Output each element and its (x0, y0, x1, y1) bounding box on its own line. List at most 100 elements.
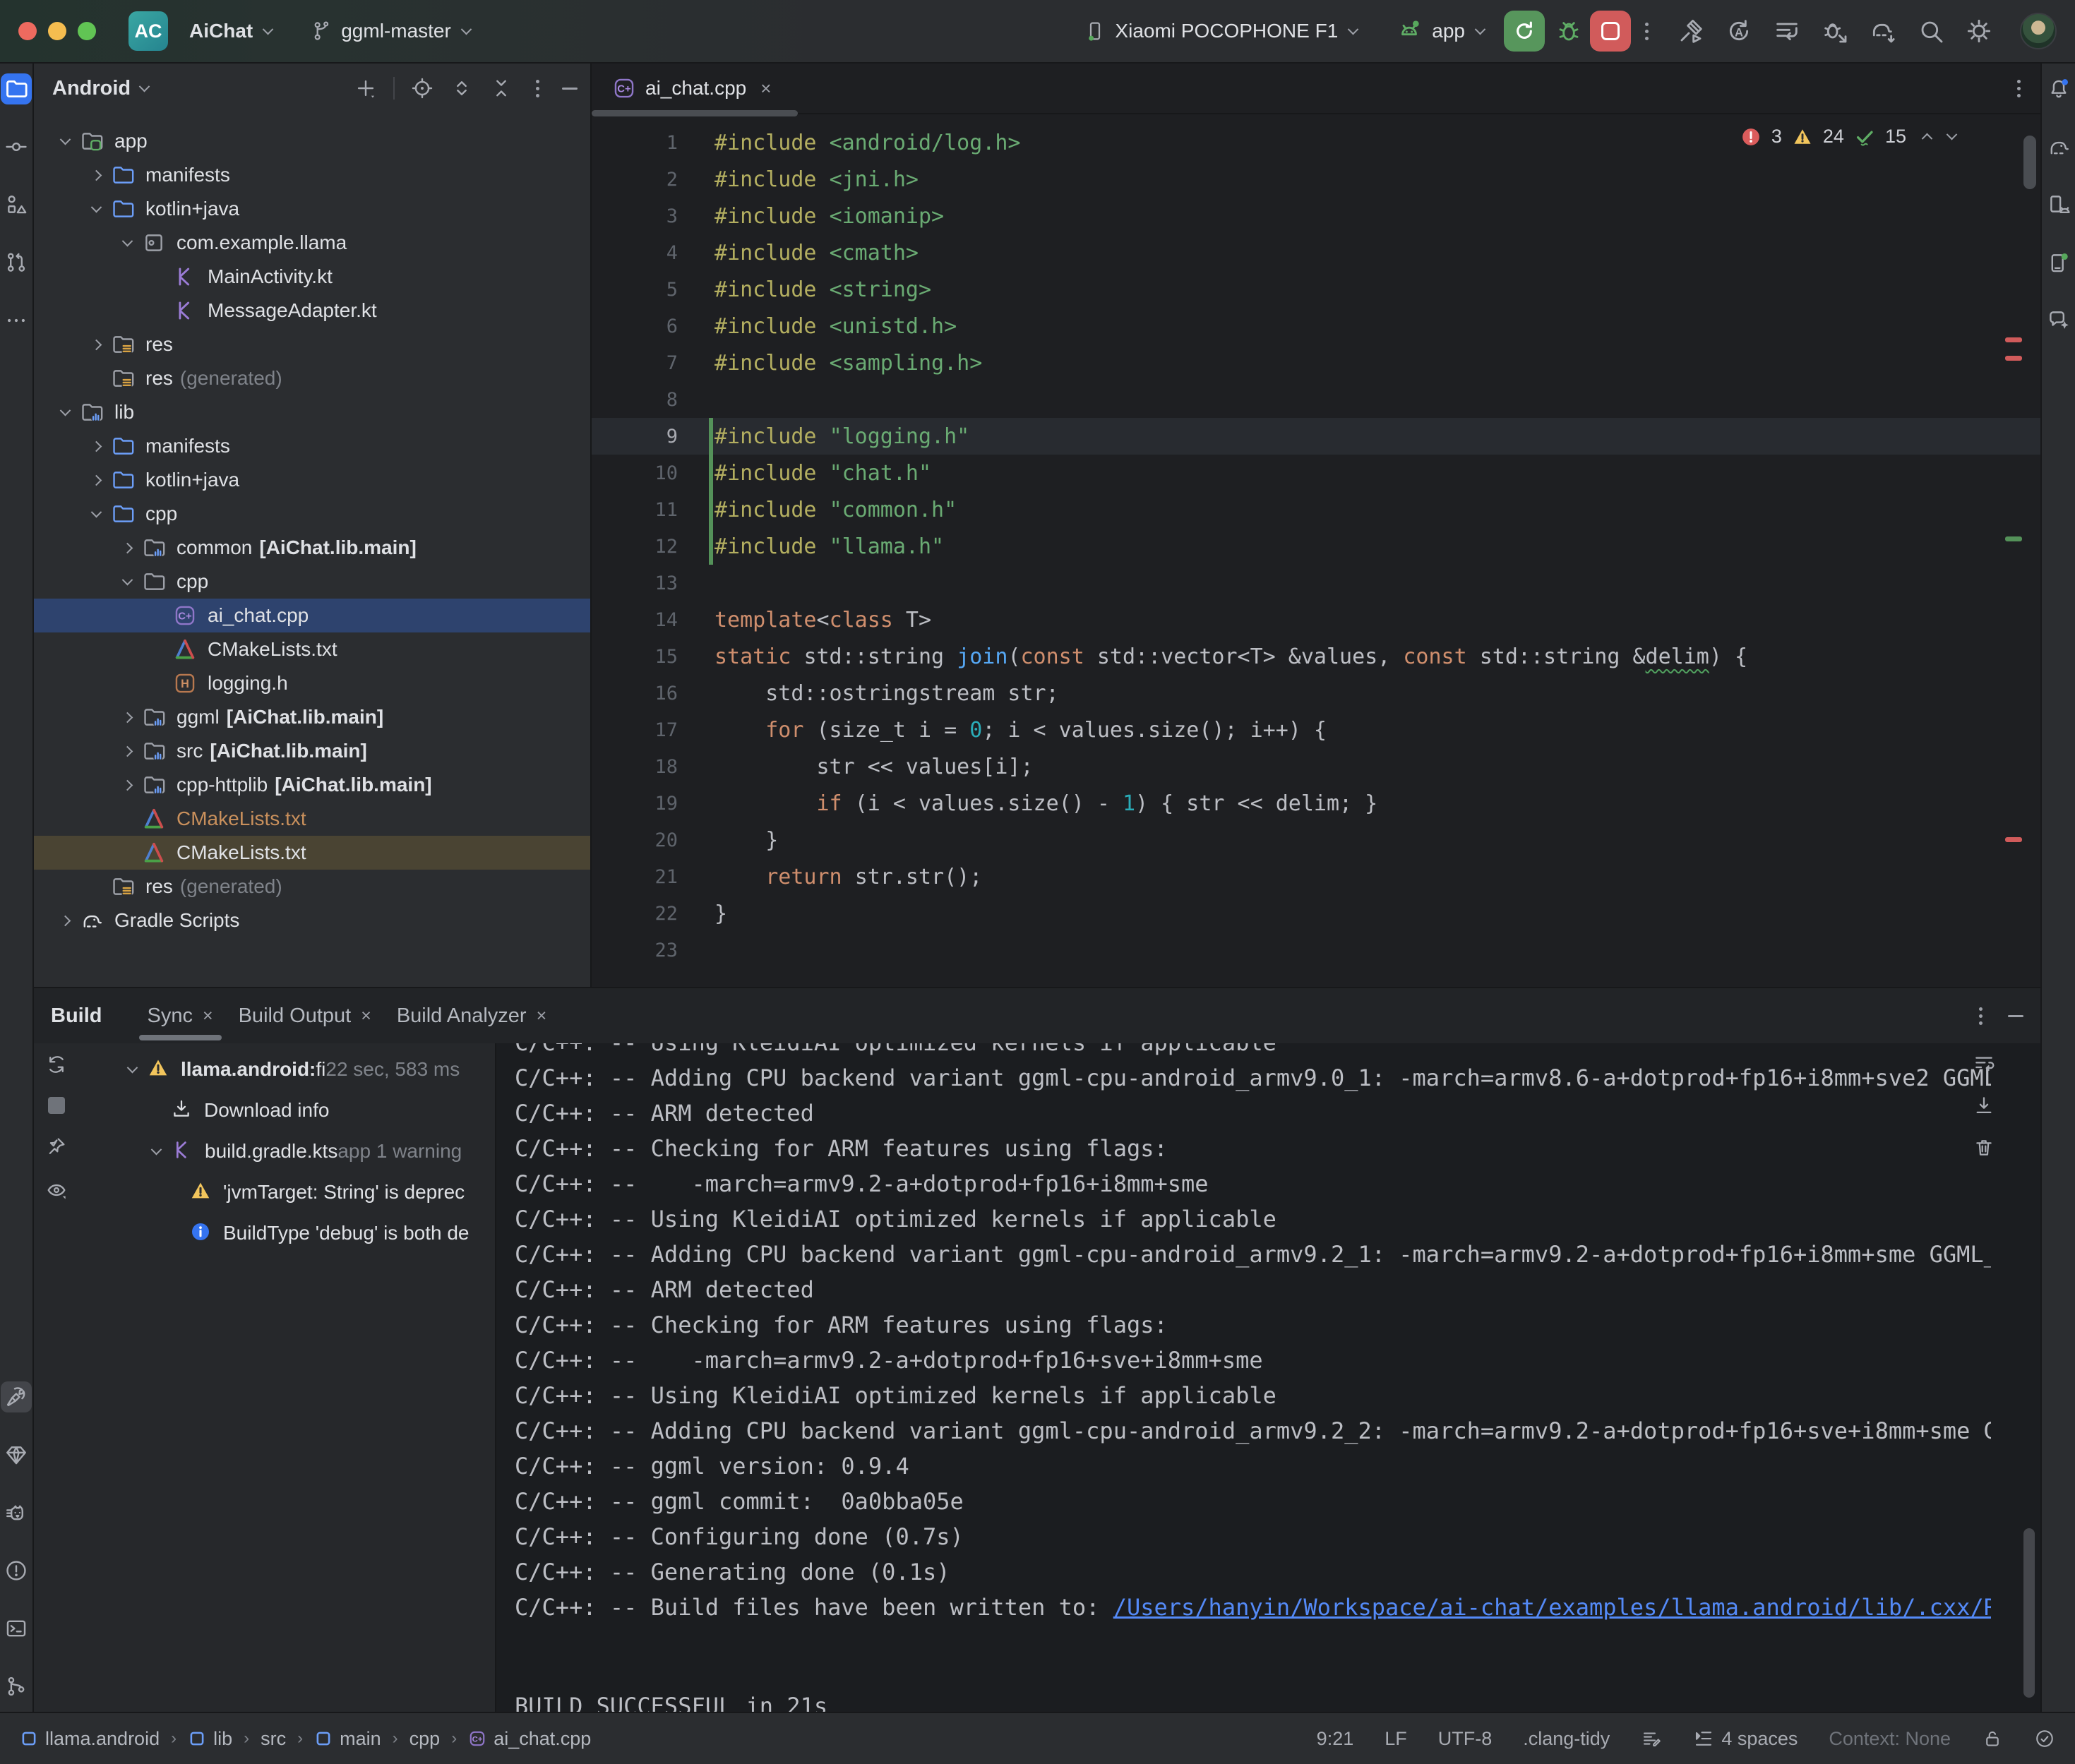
breadcrumb-item-lib[interactable]: lib (188, 1728, 232, 1750)
build-console[interactable]: C/C++: -- Using KleidiAI optimized kerne… (496, 1043, 2040, 1712)
indent-setting[interactable]: 4 spaces (1693, 1728, 1798, 1750)
structure-tool-button[interactable] (1, 189, 32, 220)
soft-wrap-icon[interactable] (1973, 1052, 1995, 1074)
close-window-button[interactable] (18, 22, 37, 40)
project-view-selector[interactable]: Android (52, 77, 148, 100)
console-scrollbar-thumb[interactable] (2023, 1528, 2035, 1698)
problems-tool-button[interactable] (1, 1555, 32, 1586)
build-tab-sync[interactable]: Sync× (135, 988, 226, 1043)
search-everywhere-icon[interactable] (1917, 17, 1945, 45)
add-button[interactable] (354, 76, 378, 100)
chevron-down-icon[interactable] (83, 205, 109, 213)
commit-tool-button[interactable] (1, 131, 32, 162)
code-style-icon[interactable] (1641, 1728, 1662, 1749)
code-line-6[interactable]: 6#include <unistd.h> (592, 308, 2040, 344)
code-area[interactable]: 3 24 15 1#include <andro (592, 114, 2040, 987)
running-devices-button[interactable] (2043, 247, 2074, 278)
code-line-10[interactable]: 10#include "chat.h" (592, 455, 2040, 491)
collapse-all-button[interactable] (489, 76, 513, 100)
settings-gear-icon[interactable] (1965, 17, 1993, 45)
tree-item-kotlin-java[interactable]: kotlin+java (34, 463, 590, 497)
tree-item-logging-h[interactable]: Hlogging.h (34, 666, 590, 700)
build-tab-build-analyzer[interactable]: Build Analyzer× (384, 988, 559, 1043)
code-line-9[interactable]: 9#include "logging.h" (592, 418, 2040, 455)
code-line-5[interactable]: 5#include <string> (592, 271, 2040, 308)
logcat-tool-button[interactable] (1, 1497, 32, 1528)
user-avatar[interactable] (2020, 13, 2057, 49)
hide-panel-button[interactable] (562, 88, 578, 90)
chevron-down-icon[interactable] (114, 578, 140, 586)
code-line-23[interactable]: 23 (592, 932, 2040, 968)
close-tab-icon[interactable]: × (203, 1006, 213, 1026)
stop-sync-icon[interactable] (48, 1097, 65, 1114)
build-options-button[interactable] (1972, 1000, 1990, 1032)
code-line-19[interactable]: 19 if (i < values.size() - 1) { str << d… (592, 785, 2040, 822)
chevron-down-icon[interactable] (144, 1148, 168, 1156)
chevron-right-icon[interactable] (83, 172, 109, 179)
tree-item-gradle-scripts[interactable]: Gradle Scripts (34, 904, 590, 937)
tree-item-messageadapter-kt[interactable]: MessageAdapter.kt (34, 294, 590, 328)
chevron-right-icon[interactable] (52, 917, 78, 925)
run-configuration-selector[interactable]: app (1385, 11, 1494, 51)
chevron-right-icon[interactable] (114, 748, 140, 755)
tree-item-res[interactable]: res(generated) (34, 361, 590, 395)
lock-icon[interactable] (1982, 1728, 2003, 1749)
project-panel-options-button[interactable] (529, 73, 546, 104)
pin-icon[interactable] (45, 1135, 68, 1158)
device-manager-button[interactable] (2043, 189, 2074, 220)
build-tree-item[interactable]: llama.android: fi 22 sec, 583 ms (79, 1049, 495, 1090)
breadcrumb-item-llama-android[interactable]: llama.android (20, 1728, 160, 1750)
build-tool-button[interactable] (1, 1381, 32, 1412)
zoom-window-button[interactable] (78, 22, 96, 40)
clang-tidy-config[interactable]: .clang-tidy (1523, 1728, 1610, 1750)
expand-all-button[interactable] (450, 76, 474, 100)
tree-item-common[interactable]: common[AiChat.lib.main] (34, 531, 590, 565)
chevron-right-icon[interactable] (83, 341, 109, 349)
code-line-21[interactable]: 21 return str.str(); (592, 858, 2040, 895)
apply-changes-icon[interactable]: A (1725, 17, 1753, 45)
chevron-right-icon[interactable] (114, 544, 140, 552)
tree-item-res[interactable]: res (34, 328, 590, 361)
code-line-2[interactable]: 2#include <jni.h> (592, 161, 2040, 198)
project-tool-button[interactable] (1, 73, 32, 104)
line-separator[interactable]: LF (1385, 1728, 1407, 1750)
debug-button[interactable] (1555, 17, 1583, 45)
code-line-4[interactable]: 4#include <cmath> (592, 234, 2040, 271)
tree-item-src[interactable]: src[AiChat.lib.main] (34, 734, 590, 768)
tree-item-lib[interactable]: lib (34, 395, 590, 429)
close-tab-icon[interactable]: × (361, 1006, 371, 1026)
build-project-icon[interactable] (1677, 17, 1705, 45)
vcs-branch-widget[interactable]: ggml-master (300, 11, 480, 51)
locate-file-button[interactable] (410, 76, 434, 100)
chevron-down-icon[interactable] (120, 1066, 144, 1074)
rerun-sync-icon[interactable] (45, 1053, 68, 1076)
chevron-down-icon[interactable] (52, 409, 78, 416)
tree-item-kotlin-java[interactable]: kotlin+java (34, 192, 590, 226)
gradle-sync-icon[interactable] (1869, 17, 1897, 45)
stop-button[interactable] (1590, 11, 1631, 52)
tree-item-cmakelists-txt[interactable]: CMakeLists.txt (34, 802, 590, 836)
breadcrumb-item-main[interactable]: main (314, 1728, 381, 1750)
code-line-3[interactable]: 3#include <iomanip> (592, 198, 2040, 234)
chevron-down-icon[interactable] (83, 510, 109, 518)
code-line-14[interactable]: 14template<class T> (592, 601, 2040, 638)
code-line-16[interactable]: 16 std::ostringstream str; (592, 675, 2040, 712)
code-line-15[interactable]: 15static std::string join(const std::vec… (592, 638, 2040, 675)
build-tree-item[interactable]: Download info (79, 1090, 495, 1131)
context-indicator[interactable]: Context: None (1829, 1728, 1951, 1750)
breadcrumb-item-ai-chat-cpp[interactable]: C+ai_chat.cpp (468, 1728, 591, 1750)
gradle-tool-button[interactable] (2043, 131, 2074, 162)
tree-item-cmakelists-txt[interactable]: CMakeLists.txt (34, 632, 590, 666)
device-selector[interactable]: Xiaomi POCOPHONE F1 (1074, 11, 1367, 51)
code-line-13[interactable]: 13 (592, 565, 2040, 601)
tree-item-cpp[interactable]: cpp (34, 565, 590, 599)
build-tree-item[interactable]: 'jvmTarget: String' is deprec (79, 1172, 495, 1213)
chevron-right-icon[interactable] (83, 443, 109, 450)
tree-item-mainactivity-kt[interactable]: MainActivity.kt (34, 260, 590, 294)
version-control-tool-button[interactable] (1, 1671, 32, 1702)
code-line-7[interactable]: 7#include <sampling.h> (592, 344, 2040, 381)
close-tab-icon[interactable]: × (760, 78, 771, 100)
minimize-window-button[interactable] (48, 22, 66, 40)
chevron-right-icon[interactable] (114, 781, 140, 789)
code-line-18[interactable]: 18 str << values[i]; (592, 748, 2040, 785)
